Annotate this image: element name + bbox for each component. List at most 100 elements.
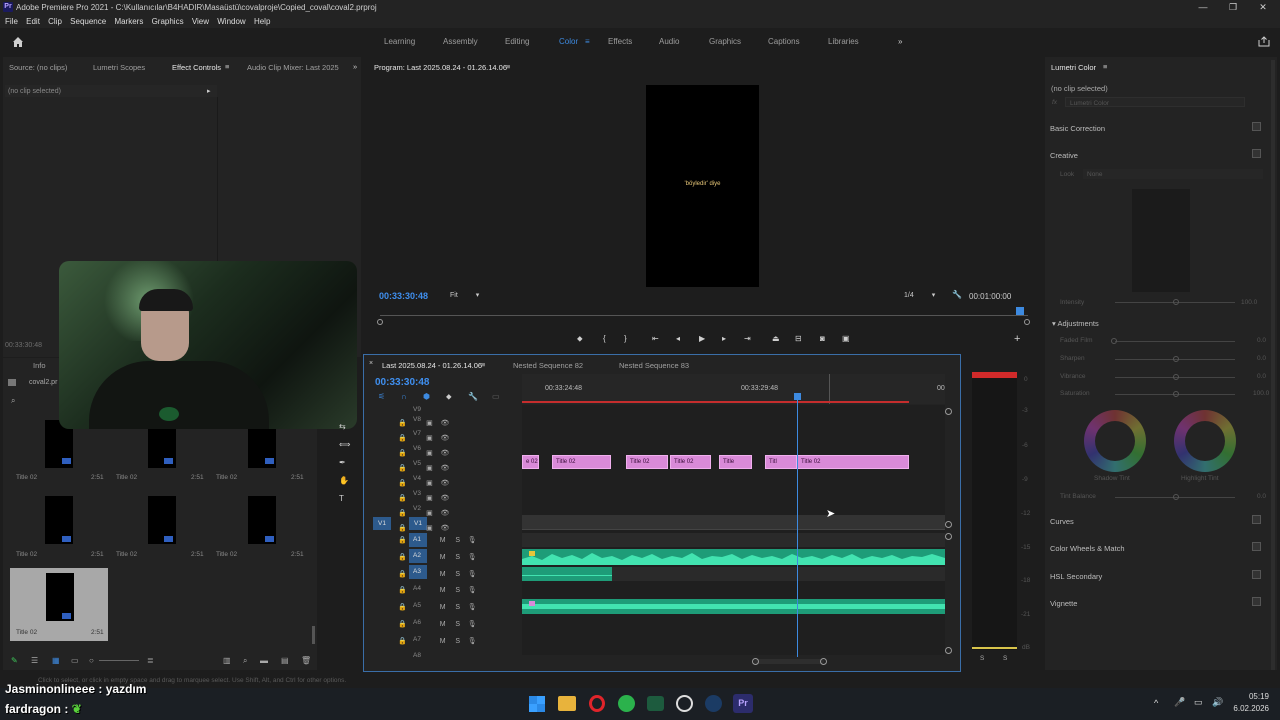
menu-window[interactable]: Window — [217, 17, 245, 26]
workspace-menu-icon[interactable]: ≡ — [585, 37, 590, 46]
expand-arrow-icon[interactable]: ▸ — [207, 87, 211, 95]
timeline-settings-icon[interactable]: 🔧 — [468, 392, 478, 401]
wrench-icon[interactable]: 🔧 — [952, 290, 962, 299]
tray-chevron-icon[interactable]: ^ — [1154, 698, 1158, 708]
microphone-icon[interactable]: 🎤 — [1174, 697, 1185, 708]
add-marker-icon[interactable]: ⬥ — [446, 392, 452, 402]
faded-film-handle[interactable] — [1111, 338, 1117, 344]
mark-out-icon[interactable]: } — [624, 334, 627, 343]
vertical-scroll-handle[interactable] — [945, 521, 952, 528]
section-curves[interactable]: Curves — [1050, 517, 1074, 526]
audio-controls-row[interactable]: 🔒 M S 🎙 — [398, 617, 498, 634]
pen-tool-icon[interactable]: ✒ — [339, 458, 346, 467]
menu-view[interactable]: View — [192, 17, 209, 26]
new-bin-icon[interactable]: ▬ — [260, 656, 268, 665]
zoom-slider-track[interactable] — [99, 660, 139, 661]
extract-icon[interactable]: ⊟ — [795, 334, 802, 343]
faded-film-slider[interactable] — [1115, 341, 1235, 342]
panel-menu-icon[interactable]: ≡ — [225, 62, 229, 71]
track-controls-row[interactable]: 🔒 ▣ 👁 — [398, 476, 468, 491]
whatsapp-icon[interactable] — [618, 695, 635, 712]
section-basic-correction[interactable]: Basic Correction — [1050, 124, 1105, 133]
effect-dropdown[interactable]: Lumetri Color — [1065, 97, 1245, 107]
premiere-taskbar-icon[interactable]: Pr — [733, 694, 753, 713]
timeline-ruler[interactable] — [522, 374, 945, 404]
more-tabs-icon[interactable]: » — [353, 62, 357, 71]
audio-clip-a3[interactable] — [522, 567, 612, 581]
section-hsl-secondary[interactable]: HSL Secondary — [1050, 572, 1102, 581]
menu-edit[interactable]: Edit — [26, 17, 40, 26]
audio-controls-row[interactable]: 🔒 M S 🎙 — [398, 567, 498, 584]
timeline-menu-icon[interactable]: ≡ — [481, 360, 485, 369]
highlight-tint-wheel-center[interactable] — [1185, 421, 1225, 461]
sort-icon[interactable]: ≣ — [147, 656, 154, 665]
saturation-handle[interactable] — [1173, 391, 1179, 397]
workspace-assembly[interactable]: Assembly — [443, 37, 478, 46]
title-clip[interactable]: Title 02 — [626, 455, 668, 469]
playhead-line[interactable] — [797, 395, 798, 657]
terminal-icon[interactable] — [647, 696, 664, 711]
workspace-editing[interactable]: Editing — [505, 37, 529, 46]
workspace-color[interactable]: Color — [559, 37, 578, 46]
menu-file[interactable]: File — [5, 17, 18, 26]
hand-tool-icon[interactable]: ✋ — [339, 476, 349, 485]
tint-balance-handle[interactable] — [1173, 494, 1179, 500]
curves-checkbox[interactable] — [1252, 515, 1261, 524]
vertical-scroll-handle[interactable] — [945, 408, 952, 415]
title-clip[interactable]: Title — [719, 455, 752, 469]
hsl-checkbox[interactable] — [1252, 570, 1261, 579]
track-controls-row[interactable]: 🔒 ▣ 👁 — [398, 416, 468, 431]
vertical-scroll-handle[interactable] — [945, 533, 952, 540]
a1-track-lane[interactable] — [522, 533, 945, 547]
workspace-audio[interactable]: Audio — [659, 37, 679, 46]
audio-controls-row[interactable]: 🔒 M S 🎙 — [398, 550, 498, 567]
workspace-learning[interactable]: Learning — [384, 37, 415, 46]
zoom-slider-handle[interactable]: ○ — [89, 656, 94, 665]
audio-clip-a2[interactable] — [522, 549, 945, 565]
resolution-dropdown[interactable]: 1/4 ▾ — [904, 291, 935, 299]
audio-controls-row[interactable]: 🔒 M S 🎙 — [398, 583, 498, 600]
tab-sequence-main[interactable]: Last 2025.08.24 - 01.26.14.06 — [382, 361, 482, 370]
meter-solo-button[interactable]: S — [1003, 655, 1007, 662]
section-vignette[interactable]: Vignette — [1050, 599, 1077, 608]
title-clip[interactable]: Title 02 — [670, 455, 711, 469]
step-back-icon[interactable]: ◂ — [676, 334, 680, 343]
basic-correction-checkbox[interactable] — [1252, 122, 1261, 131]
steam-icon[interactable] — [705, 695, 722, 712]
sharpen-handle[interactable] — [1173, 356, 1179, 362]
zoom-handle[interactable] — [820, 658, 827, 665]
menu-markers[interactable]: Markers — [114, 17, 143, 26]
go-to-in-icon[interactable]: ⇤ — [652, 334, 659, 343]
more-workspaces-icon[interactable]: » — [898, 37, 902, 46]
menu-clip[interactable]: Clip — [48, 17, 62, 26]
menu-help[interactable]: Help — [254, 17, 270, 26]
clock-time[interactable]: 05:19 — [1233, 692, 1269, 701]
tab-nested-82[interactable]: Nested Sequence 82 — [513, 361, 583, 370]
scrubber-start-handle[interactable] — [377, 319, 383, 325]
section-creative[interactable]: Creative — [1050, 151, 1078, 160]
lumetri-menu-icon[interactable]: ≡ — [1103, 62, 1107, 71]
program-scrubber[interactable] — [380, 315, 1028, 316]
intensity-slider-handle[interactable] — [1173, 299, 1179, 305]
captions-icon[interactable]: ▭ — [492, 392, 500, 401]
clock-date[interactable]: 6.02.2026 — [1229, 704, 1269, 713]
tab-nested-83[interactable]: Nested Sequence 83 — [619, 361, 689, 370]
vertical-scroll-handle[interactable] — [945, 647, 952, 654]
look-dropdown[interactable]: None — [1083, 169, 1263, 179]
ripple-edit-icon[interactable]: ⟺ — [339, 440, 350, 449]
playhead-marker[interactable] — [1016, 307, 1024, 315]
section-color-wheels[interactable]: Color Wheels & Match — [1050, 544, 1125, 553]
icon-view-icon[interactable]: ▦ — [52, 656, 60, 665]
tab-effect-controls[interactable]: Effect Controls — [172, 63, 221, 72]
select-tool-icon[interactable]: ⇆ — [339, 422, 346, 431]
audio-controls-row[interactable]: 🔒 M S 🎙 — [398, 533, 498, 550]
lift-icon[interactable]: ⏏ — [772, 334, 780, 343]
audio-controls-row[interactable]: 🔒 M S 🎙 — [398, 634, 498, 651]
fit-dropdown[interactable]: Fit ▾ — [450, 291, 490, 302]
tab-audio-clip-mixer[interactable]: Audio Clip Mixer: Last 2025 — [247, 63, 339, 72]
lumetri-scrollbar[interactable] — [1271, 60, 1275, 670]
tab-lumetri-scopes[interactable]: Lumetri Scopes — [93, 63, 145, 72]
program-timecode[interactable]: 00:33:30:48 — [379, 291, 428, 301]
adjustments-toggle[interactable]: ▾ Adjustments — [1052, 319, 1099, 328]
add-marker-icon[interactable]: ⬥ — [577, 334, 583, 344]
